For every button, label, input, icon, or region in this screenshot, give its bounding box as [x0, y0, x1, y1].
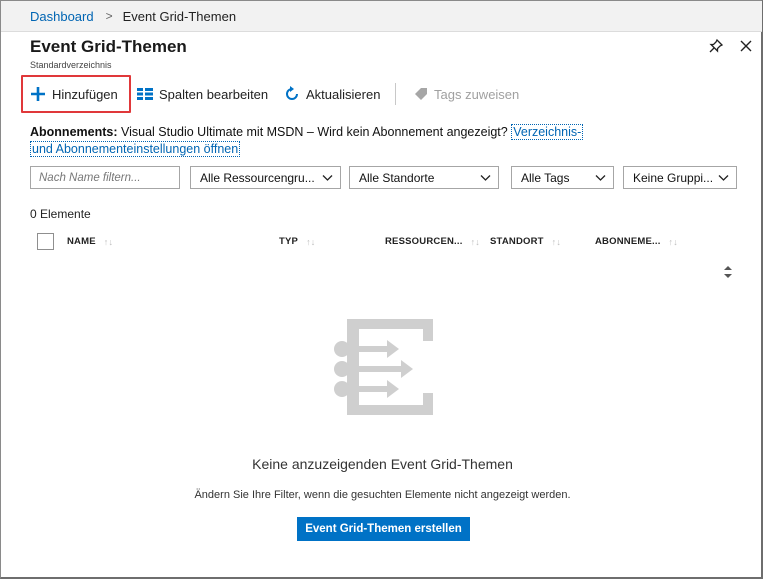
location-dropdown[interactable]: Alle Standorte — [349, 166, 499, 189]
filter-name-input[interactable] — [30, 166, 180, 189]
empty-state-title: Keine anzuzeigenden Event Grid-Themen — [252, 456, 513, 472]
breadcrumb-separator: > — [105, 9, 113, 23]
blade-frame: Dashboard > Event Grid-Themen Event Grid… — [0, 0, 763, 579]
column-header-subscription[interactable]: ABONNEME... ↑↓ — [595, 236, 678, 247]
resource-group-dropdown[interactable]: Alle Ressourcengru... — [190, 166, 341, 189]
select-all-checkbox[interactable] — [37, 233, 54, 250]
column-header-type[interactable]: TYP ↑↓ — [279, 236, 315, 247]
plus-icon — [31, 87, 45, 101]
page-subtitle: Standardverzeichnis — [30, 60, 112, 70]
column-header-label: RESSOURCEN... — [385, 236, 463, 247]
chevron-down-icon — [595, 175, 606, 181]
edit-columns-button[interactable]: Spalten bearbeiten — [137, 75, 268, 113]
edit-columns-label: Spalten bearbeiten — [159, 86, 269, 102]
add-button[interactable]: Hinzufügen — [21, 75, 131, 113]
empty-state-hint: Ändern Sie Ihre Filter, wenn die gesucht… — [194, 489, 571, 501]
grouping-value: Keine Gruppi... — [633, 170, 714, 185]
columns-icon — [137, 88, 153, 100]
location-value: Alle Standorte — [359, 170, 435, 185]
toolbar-divider — [395, 83, 396, 105]
column-header-label: TYP — [279, 236, 299, 247]
column-header-label: NAME — [67, 236, 96, 247]
chevron-down-icon — [322, 175, 333, 181]
column-header-label: STANDORT — [490, 236, 544, 247]
sort-icon: ↑↓ — [551, 236, 562, 247]
sort-icon: ↑↓ — [668, 236, 678, 247]
close-icon[interactable] — [738, 38, 754, 54]
event-grid-empty-icon — [334, 319, 433, 415]
subscription-label: Abonnements: — [30, 125, 118, 139]
sort-icon: ↑↓ — [306, 236, 316, 247]
refresh-label: Aktualisieren — [306, 86, 381, 102]
subscription-info: Abonnements: Visual Studio Ultimate mit … — [30, 124, 630, 158]
resource-group-value: Alle Ressourcengru... — [200, 170, 315, 185]
table-header: NAME ↑↓ TYP ↑↓ RESSOURCEN... ↑↓ STANDORT ↑↓ … — [30, 229, 735, 255]
add-button-label: Hinzufügen — [52, 86, 118, 102]
column-header-label: ABONNEME... — [595, 236, 661, 247]
column-header-resource-group[interactable]: RESSOURCEN... ↑↓ — [385, 236, 480, 247]
breadcrumb: Dashboard > Event Grid-Themen — [1, 1, 762, 32]
tag-icon — [415, 88, 427, 100]
assign-tags-button[interactable]: Tags zuweisen — [414, 75, 519, 113]
directory-settings-link[interactable]: Verzeichnis- — [511, 124, 584, 140]
pin-icon[interactable] — [708, 38, 724, 54]
grouping-dropdown[interactable]: Keine Gruppi... — [623, 166, 737, 189]
scroll-arrows-icon[interactable] — [721, 264, 735, 280]
assign-tags-label: Tags zuweisen — [434, 86, 520, 102]
column-header-name[interactable]: NAME ↑↓ — [67, 236, 113, 247]
sort-icon: ↑↓ — [103, 236, 114, 247]
breadcrumb-dashboard-link[interactable]: Dashboard — [30, 9, 94, 24]
refresh-icon — [286, 86, 298, 100]
page-title: Event Grid-Themen — [30, 37, 187, 56]
chevron-down-icon — [480, 175, 491, 181]
sort-icon: ↑↓ — [470, 236, 480, 247]
item-count: 0 Elemente — [30, 207, 91, 221]
tags-value: Alle Tags — [521, 170, 570, 185]
chevron-down-icon — [718, 175, 729, 181]
breadcrumb-current: Event Grid-Themen — [122, 8, 237, 24]
toolbar: Hinzufügen Spalten bearbeiten Aktualisie… — [21, 75, 761, 113]
create-event-grid-topic-button[interactable]: Event Grid-Themen erstellen — [297, 517, 470, 541]
refresh-button[interactable]: Aktualisieren — [284, 75, 380, 113]
subscription-settings-link[interactable]: und Abonnementeinstellungen öffnen — [30, 141, 241, 157]
column-header-location[interactable]: STANDORT ↑↓ — [490, 236, 561, 247]
tags-dropdown[interactable]: Alle Tags — [511, 166, 614, 189]
subscription-text: Visual Studio Ultimate mit MSDN – Wird k… — [117, 125, 512, 139]
